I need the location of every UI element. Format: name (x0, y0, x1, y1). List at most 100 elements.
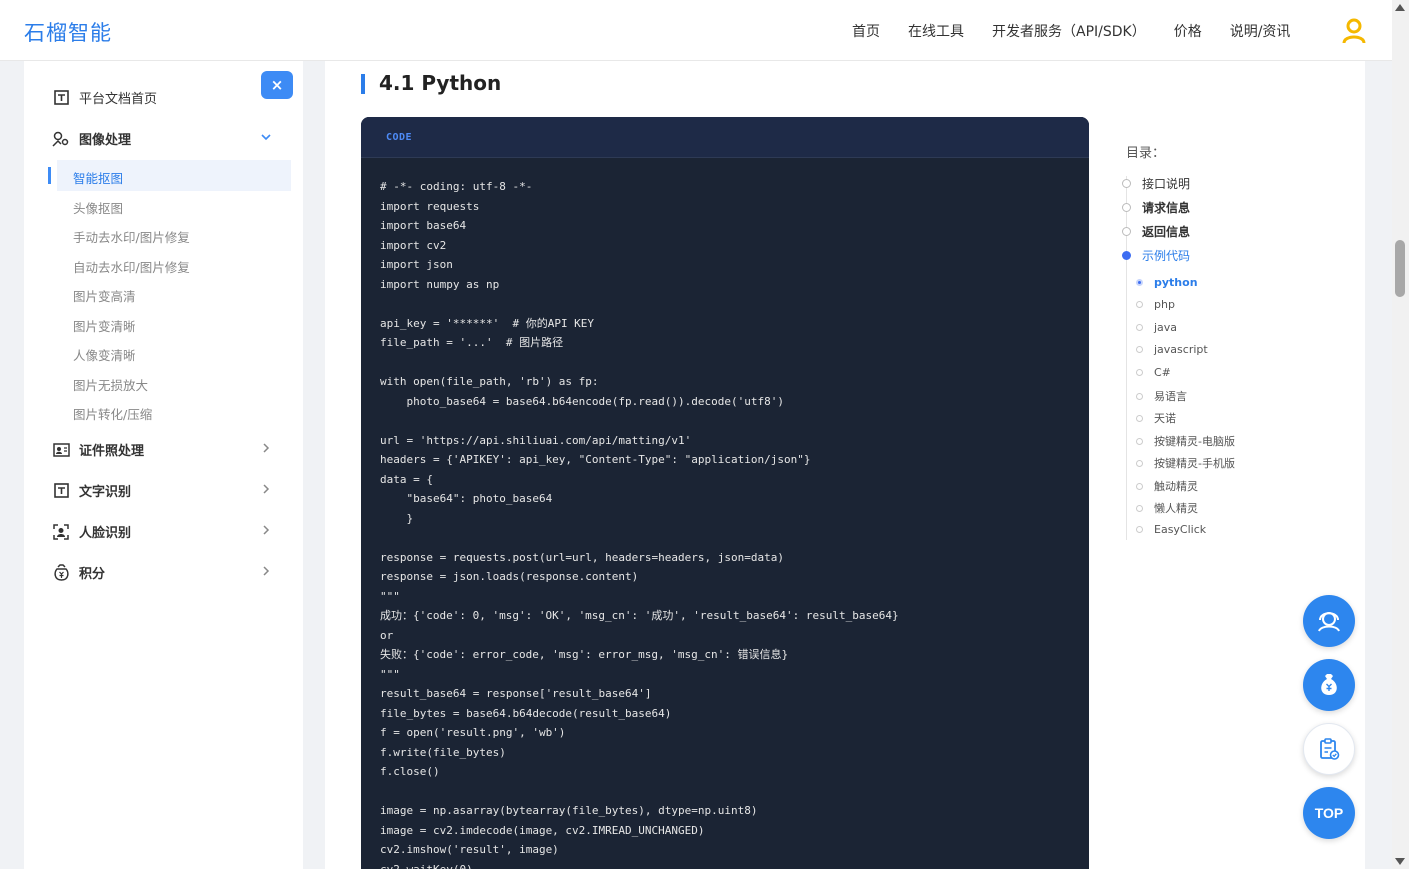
sidebar: × 平台文档首页 图像处理 智能抠图 头像抠图 手动去水印/图片修复 自动去水印… (24, 61, 303, 869)
sidebar-group-image[interactable]: 图像处理 (52, 129, 131, 148)
sub-item-smart-matting[interactable]: 智能抠图 (73, 168, 123, 187)
toc-sub-item[interactable]: java (1136, 321, 1177, 334)
toc-dot-icon (1136, 504, 1143, 512)
toc-item[interactable]: 返回信息 (1122, 223, 1191, 240)
toc-dot-icon (1136, 482, 1143, 490)
toc-item[interactable]: 请求信息 (1122, 199, 1191, 216)
money-bag-icon (52, 564, 70, 582)
toc-label: C# (1154, 366, 1171, 379)
toc-label: 请求信息 (1142, 201, 1191, 215)
chevron-right-icon[interactable] (260, 442, 272, 457)
close-sidebar-button[interactable]: × (261, 71, 293, 99)
money-bag-icon (1321, 674, 1337, 695)
chevron-down-icon[interactable] (260, 131, 272, 146)
sidebar-group-label: 人脸识别 (79, 526, 132, 541)
chevron-right-icon[interactable] (260, 483, 272, 498)
nav-docs[interactable]: 说明/资讯 (1230, 21, 1291, 41)
page-scrollbar[interactable] (1392, 0, 1409, 869)
nav-online-tools[interactable]: 在线工具 (908, 21, 964, 41)
toc-dot-icon (1136, 346, 1143, 353)
sub-item[interactable]: 头像抠图 (73, 198, 123, 217)
sidebar-group-ocr[interactable]: 文字识别 (52, 481, 131, 500)
toc-label: python (1154, 276, 1198, 289)
toc-dot-icon (1136, 324, 1143, 331)
toc-label: 返回信息 (1142, 225, 1191, 239)
toc-sub-item[interactable]: 懒人精灵 (1136, 500, 1198, 516)
toc-dot-icon (1122, 251, 1131, 260)
points-button[interactable] (1303, 659, 1355, 711)
toc-dot-icon (1136, 369, 1143, 376)
clipboard-icon (1320, 738, 1340, 760)
sidebar-group-label: 证件照处理 (79, 444, 145, 459)
title-accent-bar (361, 74, 365, 94)
toc-sub-item[interactable]: 按键精灵-电脑版 (1136, 433, 1235, 449)
scrollbar-thumb[interactable] (1395, 240, 1405, 297)
nav-price[interactable]: 价格 (1174, 21, 1202, 41)
toc-sub-item[interactable]: 天诺 (1136, 410, 1176, 426)
chevron-right-icon[interactable] (260, 524, 272, 539)
toc-title: 目录： (1126, 146, 1166, 161)
nav-home[interactable]: 首页 (852, 21, 880, 41)
code-content[interactable]: # -*- coding: utf-8 -*- import requests … (361, 158, 1089, 869)
toc-label: 易语言 (1154, 390, 1187, 403)
toc-label: EasyClick (1154, 523, 1207, 536)
headset-icon (1318, 612, 1340, 632)
page-title: 4.1 Python (379, 71, 502, 95)
toc-item[interactable]: 接口说明 (1122, 175, 1191, 192)
sub-item[interactable]: 图片变清晰 (73, 316, 136, 335)
back-to-top-button[interactable]: TOP (1303, 787, 1355, 839)
toc-label: 接口说明 (1142, 177, 1191, 191)
sidebar-group-id-photo[interactable]: 证件照处理 (52, 440, 144, 459)
toc-label: php (1154, 298, 1175, 311)
sidebar-item-label: 平台文档首页 (79, 92, 158, 107)
toc-label: 懒人精灵 (1154, 502, 1198, 515)
user-icon[interactable] (1342, 18, 1366, 44)
toc-label: javascript (1154, 343, 1208, 356)
image-process-icon (52, 130, 70, 148)
toc-sub-item[interactable]: EasyClick (1136, 523, 1207, 536)
toc-dot-icon (1136, 392, 1143, 400)
scroll-up-icon[interactable] (1395, 4, 1405, 11)
face-scan-icon (52, 523, 70, 541)
sidebar-group-face[interactable]: 人脸识别 (52, 522, 131, 541)
sub-item[interactable]: 自动去水印/图片修复 (73, 257, 190, 276)
toc-item-active[interactable]: 示例代码 (1122, 247, 1190, 264)
toc-label: 触动精灵 (1154, 480, 1198, 493)
sidebar-group-points[interactable]: 积分 (52, 563, 105, 582)
sidebar-item-home[interactable]: 平台文档首页 (52, 88, 157, 107)
toc-sub-item[interactable]: javascript (1136, 343, 1208, 356)
id-card-icon (52, 441, 70, 459)
toc-sub-item[interactable]: 按键精灵-手机版 (1136, 455, 1235, 471)
logo[interactable]: 石榴智能 (24, 17, 112, 47)
toc-sub-item[interactable]: 易语言 (1136, 388, 1187, 404)
toc-label: 天诺 (1154, 412, 1176, 425)
main-nav: 首页 在线工具 开发者服务（API/SDK） 价格 说明/资讯 (852, 0, 1318, 61)
feedback-button[interactable] (1303, 723, 1355, 775)
sub-item[interactable]: 手动去水印/图片修复 (73, 227, 190, 246)
chevron-right-icon[interactable] (260, 565, 272, 580)
toc-sub-item-active[interactable]: python (1136, 276, 1198, 289)
sidebar-group-label: 文字识别 (79, 485, 132, 500)
sub-item[interactable]: 图片变高清 (73, 286, 136, 305)
scroll-down-icon[interactable] (1395, 858, 1405, 865)
toc-dot-icon (1136, 437, 1143, 445)
toc-dot-icon (1136, 279, 1143, 286)
toc-dot-icon (1136, 301, 1143, 308)
sub-item[interactable]: 图片无损放大 (73, 375, 148, 394)
toc-dot-icon (1122, 179, 1131, 188)
toc-dot-icon (1136, 414, 1143, 422)
code-block: CODE # -*- coding: utf-8 -*- import requ… (361, 117, 1089, 869)
toc-dot-icon (1122, 203, 1131, 212)
code-header: CODE (361, 117, 1089, 158)
toc-sub-item[interactable]: C# (1136, 366, 1171, 379)
text-icon (52, 482, 70, 500)
sidebar-group-label: 图像处理 (79, 133, 132, 148)
toc-sub-item[interactable]: 触动精灵 (1136, 478, 1198, 494)
toc-dot-icon (1122, 227, 1131, 236)
nav-developer[interactable]: 开发者服务（API/SDK） (992, 21, 1146, 41)
toc-sub-item[interactable]: php (1136, 298, 1175, 311)
sub-item[interactable]: 图片转化/压缩 (73, 404, 152, 423)
sub-item[interactable]: 人像变清晰 (73, 345, 136, 364)
customer-service-button[interactable] (1303, 595, 1355, 647)
top-header: 石榴智能 首页 在线工具 开发者服务（API/SDK） 价格 说明/资讯 (0, 0, 1392, 61)
